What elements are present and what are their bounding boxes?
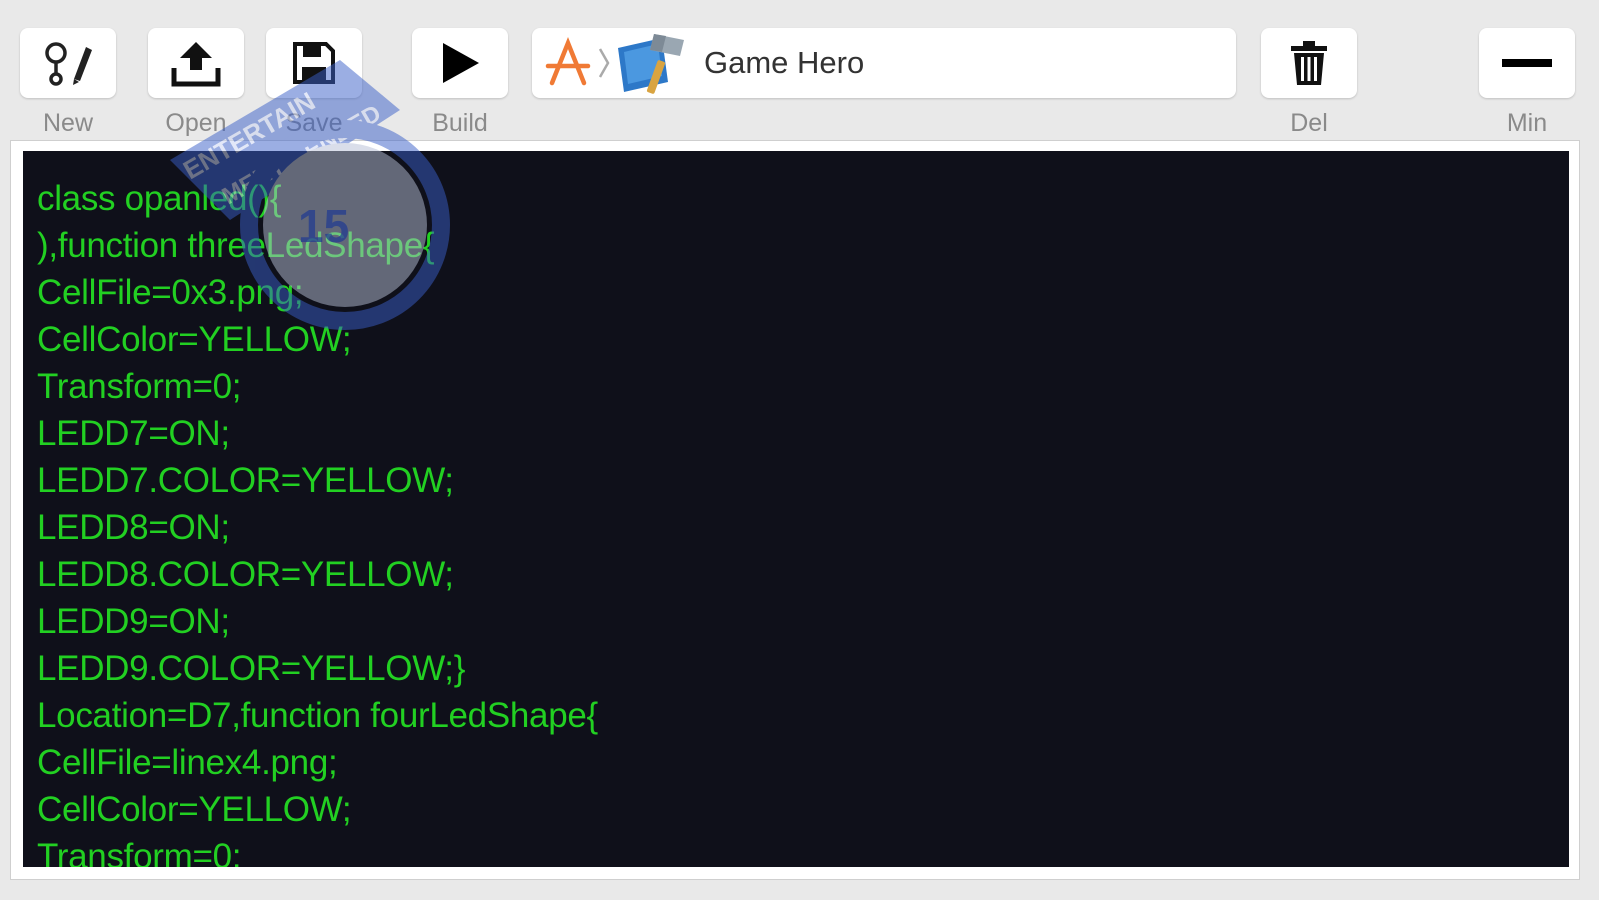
play-icon bbox=[443, 43, 479, 83]
build-label: Build bbox=[432, 109, 488, 137]
open-label: Open bbox=[165, 109, 227, 137]
delete-tool: Del bbox=[1261, 28, 1357, 136]
code-line: CellColor=YELLOW; bbox=[37, 320, 352, 359]
app-target-icon bbox=[545, 36, 610, 86]
new-button[interactable] bbox=[20, 28, 116, 98]
code-text: class opanled(){ ),function threeLedShape… bbox=[23, 151, 1569, 867]
minimize-tool: Min bbox=[1479, 28, 1575, 136]
code-line: LEDD8=ON; bbox=[37, 508, 230, 547]
code-line: Transform=0; bbox=[37, 367, 242, 406]
new-file-icon bbox=[45, 42, 92, 86]
delete-button[interactable] bbox=[1261, 28, 1357, 98]
minus-icon bbox=[1502, 59, 1552, 67]
minimize-button[interactable] bbox=[1479, 28, 1575, 98]
code-line: LEDD9.COLOR=YELLOW;} bbox=[37, 649, 466, 688]
build-tool: Build bbox=[412, 28, 508, 136]
scheme-selector[interactable]: Game Hero bbox=[532, 28, 1236, 98]
toolbar: New Open Save Build Game Hero Del Min bbox=[0, 0, 1599, 140]
code-line: CellFile=0x3.png; bbox=[37, 273, 304, 312]
save-label: Save bbox=[285, 109, 343, 137]
upload-icon bbox=[171, 42, 221, 87]
code-line: CellFile=linex4.png; bbox=[37, 743, 338, 782]
code-line: LEDD7=ON; bbox=[37, 414, 230, 453]
build-button[interactable] bbox=[412, 28, 508, 98]
game-hero-app-icon bbox=[618, 34, 684, 94]
new-tool: New bbox=[20, 28, 116, 136]
floppy-disk-icon bbox=[293, 42, 335, 84]
trash-icon bbox=[1291, 41, 1327, 85]
code-line: CellColor=YELLOW; bbox=[37, 790, 352, 829]
app-window: New Open Save Build Game Hero Del Min cl… bbox=[0, 0, 1599, 900]
editor-frame: class opanled(){ ),function threeLedShape… bbox=[10, 140, 1580, 880]
code-line: class opanled(){ bbox=[37, 179, 282, 218]
scheme-name: Game Hero bbox=[704, 45, 865, 80]
code-line: ),function threeLedShape{ bbox=[37, 226, 435, 265]
open-tool: Open bbox=[148, 28, 244, 136]
code-line: LEDD7.COLOR=YELLOW; bbox=[37, 461, 454, 500]
code-editor[interactable]: class opanled(){ ),function threeLedShape… bbox=[23, 151, 1569, 867]
open-button[interactable] bbox=[148, 28, 244, 98]
code-line: Location=D7,function fourLedShape{ bbox=[37, 696, 598, 735]
save-tool: Save bbox=[266, 28, 362, 136]
new-label: New bbox=[42, 109, 93, 137]
code-line: LEDD8.COLOR=YELLOW; bbox=[37, 555, 454, 594]
save-button[interactable] bbox=[266, 28, 362, 98]
code-line: LEDD9=ON; bbox=[37, 602, 230, 641]
minimize-label: Min bbox=[1506, 109, 1548, 137]
delete-label: Del bbox=[1290, 109, 1328, 137]
code-line: Transform=0; bbox=[37, 837, 242, 867]
